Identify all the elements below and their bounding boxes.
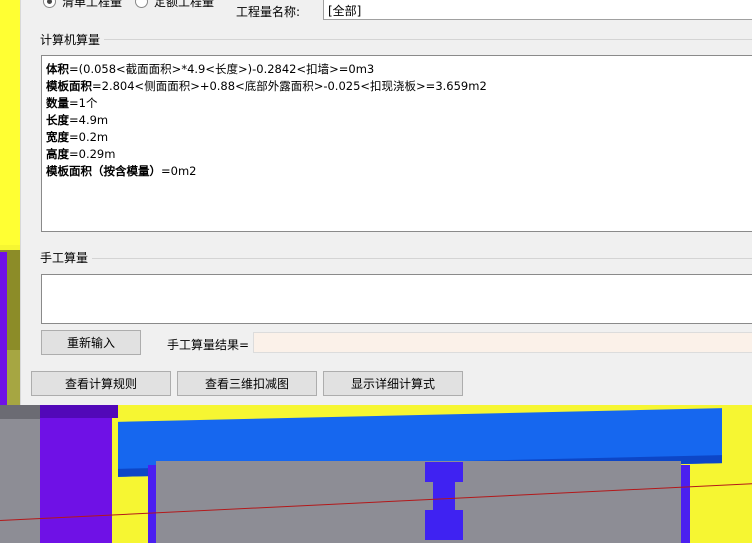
group-divider — [41, 258, 752, 259]
manual-calc-title: 手工算量 — [40, 249, 93, 266]
radio-qingdan[interactable]: 清单工程量 — [43, 0, 122, 10]
viewport-column — [425, 510, 463, 540]
manual-calc-input[interactable] — [41, 274, 752, 324]
show-detail-button[interactable]: 显示详细计算式 — [323, 371, 463, 396]
viewport-element — [0, 0, 20, 245]
radio-unselected-icon — [135, 0, 148, 8]
calc-line: 体积=(0.058<截面面积>*4.9<长度>)-0.2842<扣墙>=0m3 — [46, 62, 375, 76]
computer-calc-text[interactable]: 体积=(0.058<截面面积>*4.9<长度>)-0.2842<扣墙>=0m3 … — [41, 55, 752, 232]
viewport-column — [425, 462, 463, 482]
manual-result-label: 手工算量结果= — [167, 338, 250, 352]
manual-result-field — [253, 332, 752, 353]
viewport-element — [0, 405, 42, 419]
group-divider — [41, 39, 752, 40]
viewport-element — [40, 415, 112, 543]
computer-calc-title: 计算机算量 — [40, 31, 105, 48]
qty-name-select[interactable]: [全部] — [323, 0, 752, 20]
viewport-element — [0, 412, 42, 543]
radio-dinge[interactable]: 定额工程量 — [135, 0, 214, 10]
reinput-button[interactable]: 重新输入 — [41, 330, 141, 355]
radio-selected-icon — [43, 0, 56, 8]
calc-line: 数量=1个 — [46, 96, 98, 110]
qty-name-label: 工程量名称: — [236, 5, 301, 19]
viewport-element — [0, 252, 7, 412]
calc-dialog: 清单工程量 定额工程量 工程量名称: [全部] 计算机算量 体积=(0.058<… — [20, 0, 752, 405]
viewport-wall — [156, 461, 681, 543]
quantity-type-row: 清单工程量 定额工程量 工程量名称: [全部] — [21, 0, 752, 26]
calc-line: 长度=4.9m — [46, 113, 109, 127]
view-3d-button[interactable]: 查看三维扣减图 — [177, 371, 317, 396]
viewport-element — [40, 405, 118, 418]
radio-dinge-label: 定额工程量 — [154, 0, 215, 9]
calc-line: 高度=0.29m — [46, 147, 116, 161]
view-rules-button[interactable]: 查看计算规则 — [31, 371, 171, 396]
calc-line: 宽度=0.2m — [46, 130, 109, 144]
calc-line: 模板面积=2.804<侧面面积>+0.88<底部外露面积>-0.025<扣现浇板… — [46, 79, 487, 93]
radio-qingdan-label: 清单工程量 — [62, 0, 123, 9]
calc-line: 模板面积（按含模量）=0m2 — [46, 164, 197, 178]
